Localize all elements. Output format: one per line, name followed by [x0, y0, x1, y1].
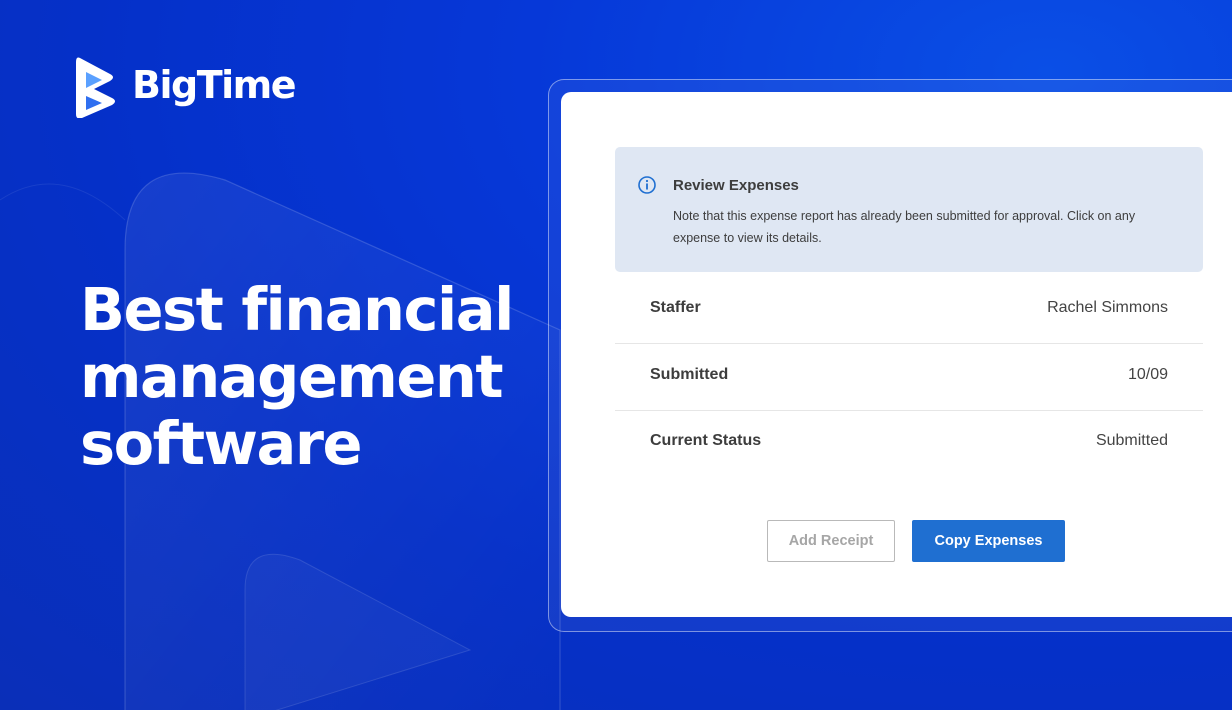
detail-label: Current Status [650, 432, 762, 449]
status-value: Submitted [1095, 432, 1168, 449]
detail-label: Submitted [650, 366, 729, 383]
detail-value: 10/09 [1127, 366, 1168, 383]
headline-line: software [80, 409, 362, 478]
brand-logo[interactable]: BigTime [74, 52, 297, 118]
expense-report-card: Review Expenses Note that this expense r… [561, 92, 1232, 617]
bigtime-logo-icon [76, 57, 115, 118]
detail-value: Rachel Simmons [1047, 299, 1168, 316]
notice-message: Note that this expense report has alread… [673, 209, 1136, 245]
review-notice: Review Expenses Note that this expense r… [615, 147, 1203, 272]
headline-line: Best financial [80, 275, 514, 344]
detail-row-staffer: Staffer Rachel Simmons [615, 277, 1203, 344]
hero-headline: Best financial management software [80, 276, 550, 477]
notice-title: Review Expenses [673, 177, 799, 194]
brand-name: BigTime [132, 63, 297, 107]
copy-expenses-button[interactable]: Copy Expenses [912, 520, 1065, 562]
headline-line: management [80, 342, 504, 411]
detail-row-status: Current Status Submitted [615, 410, 1203, 476]
detail-label: Staffer [650, 299, 701, 316]
add-receipt-button[interactable]: Add Receipt [767, 520, 895, 562]
detail-row-submitted: Submitted 10/09 [615, 344, 1203, 411]
info-icon [638, 176, 656, 194]
